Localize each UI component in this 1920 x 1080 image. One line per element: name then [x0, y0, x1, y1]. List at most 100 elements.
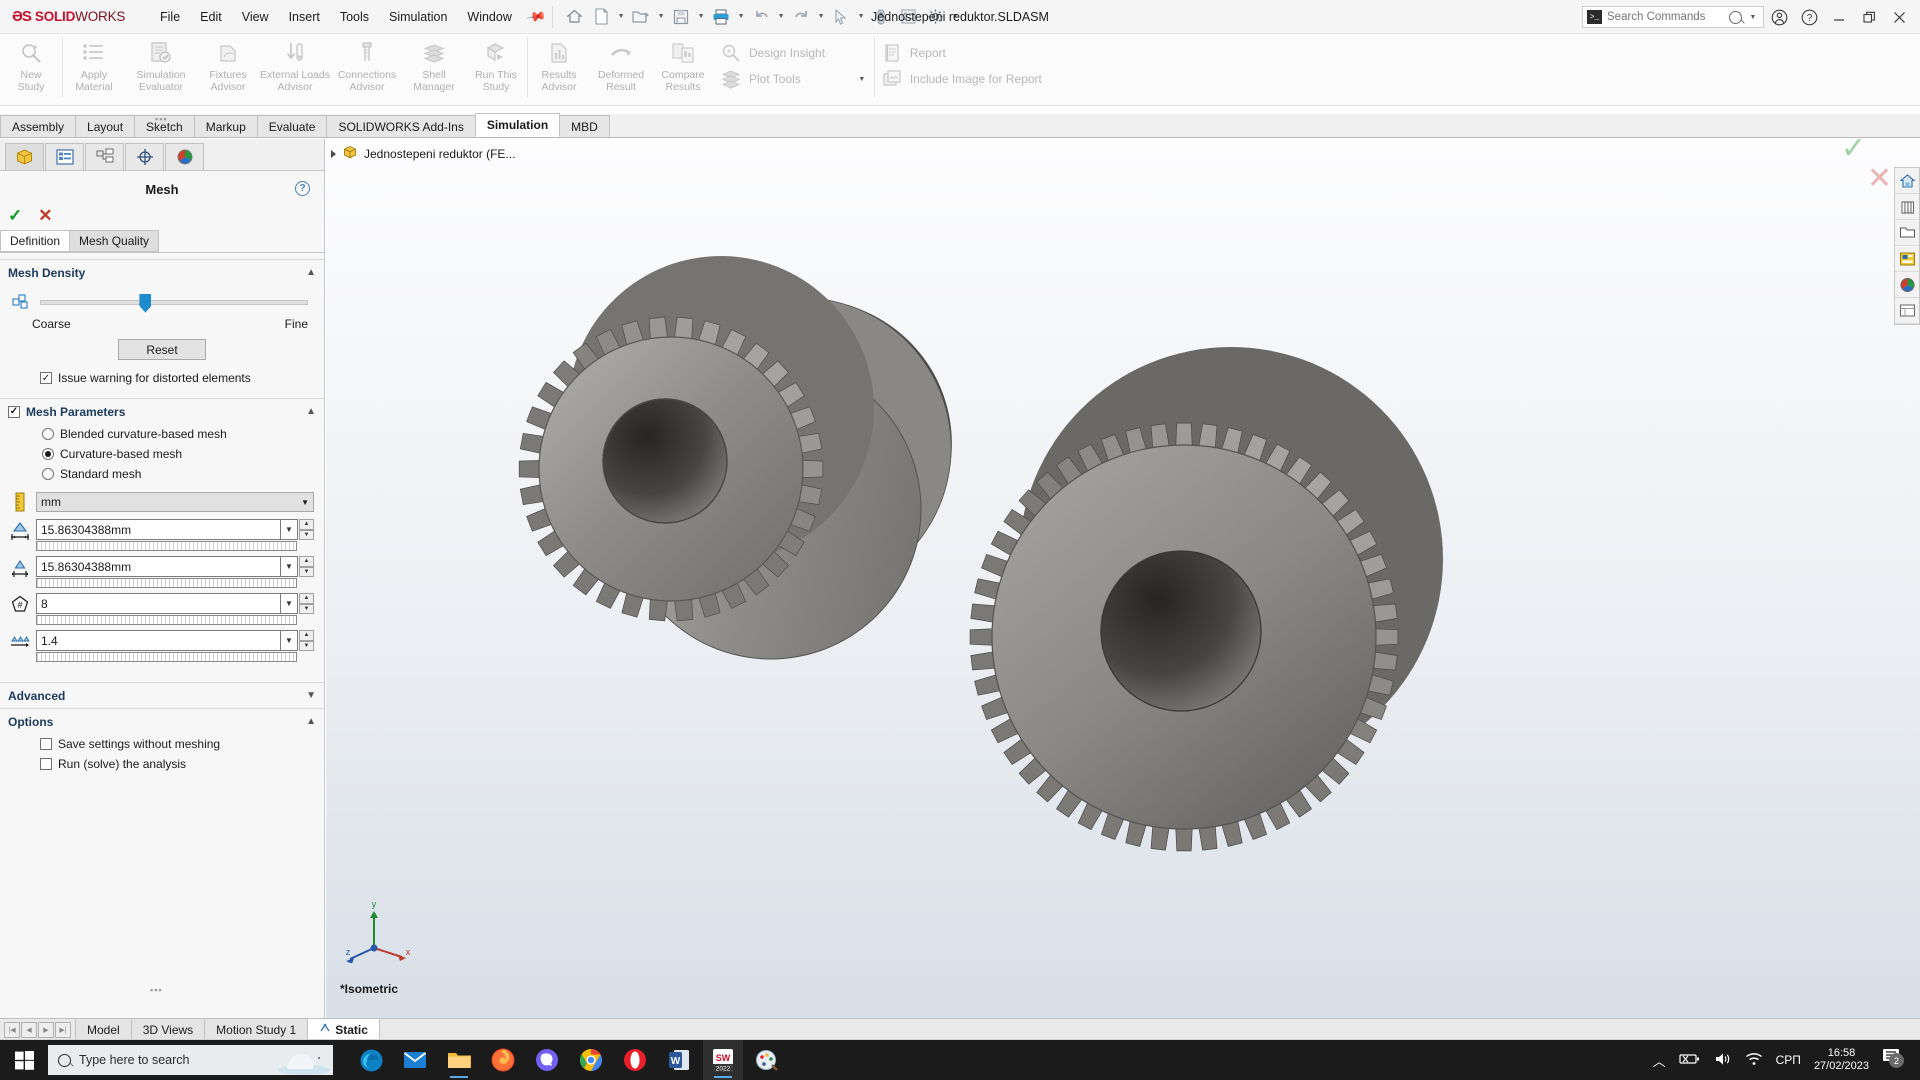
- help-icon[interactable]: ?: [1794, 2, 1824, 32]
- tab-evaluate[interactable]: Evaluate: [256, 115, 328, 137]
- tab-mbd[interactable]: MBD: [559, 115, 610, 137]
- new-document-icon[interactable]: [588, 5, 614, 29]
- ribbon-new-study[interactable]: New Study: [0, 34, 62, 104]
- opera-icon[interactable]: [615, 1040, 655, 1080]
- ribbon-external-loads-advisor[interactable]: External Loads Advisor: [259, 34, 331, 104]
- close-button[interactable]: [1884, 2, 1914, 32]
- chevron-up-icon[interactable]: ▲: [306, 716, 316, 727]
- viber-icon[interactable]: [527, 1040, 567, 1080]
- tab-layout[interactable]: Layout: [75, 115, 136, 137]
- ribbon-fixtures-advisor[interactable]: Fixtures Advisor: [197, 34, 259, 104]
- chevron-down-icon[interactable]: ▼: [280, 593, 298, 614]
- ribbon-report[interactable]: Report: [875, 40, 1048, 66]
- stepper-down[interactable]: ▼: [299, 566, 314, 577]
- taskbar-clock[interactable]: 16:58 27/02/2023: [1814, 1047, 1869, 1073]
- reset-button[interactable]: Reset: [118, 339, 206, 360]
- user-account-icon[interactable]: [1764, 2, 1794, 32]
- next-tab-button[interactable]: ▶: [38, 1021, 54, 1038]
- issue-warning-row[interactable]: ✓ Issue warning for distorted elements: [0, 368, 324, 388]
- issue-warning-checkbox[interactable]: ✓: [40, 372, 52, 384]
- section-advanced[interactable]: Advanced ▼: [0, 682, 324, 708]
- menu-edit[interactable]: Edit: [190, 6, 232, 28]
- redo-icon[interactable]: [788, 5, 814, 29]
- chevron-down-icon[interactable]: ▼: [815, 13, 827, 20]
- tab-simulation[interactable]: Simulation: [474, 113, 561, 137]
- save-settings-checkbox[interactable]: [40, 738, 52, 750]
- notifications-icon[interactable]: 2: [1882, 1048, 1908, 1072]
- battery-icon[interactable]: [1679, 1052, 1701, 1069]
- open-icon[interactable]: [628, 5, 654, 29]
- stepper-up[interactable]: ▲: [299, 593, 314, 604]
- restore-button[interactable]: [1854, 2, 1884, 32]
- radio-curvature-based[interactable]: Curvature-based mesh: [0, 444, 324, 464]
- stepper-down[interactable]: ▼: [299, 529, 314, 540]
- chevron-down-icon[interactable]: ▼: [856, 76, 868, 83]
- settings-gear-icon[interactable]: [922, 5, 948, 29]
- wifi-icon[interactable]: [1745, 1052, 1763, 1069]
- windows-start-icon[interactable]: [0, 1040, 48, 1080]
- max-element-size-stepper[interactable]: ▲ ▼: [299, 519, 314, 540]
- chevron-down-icon[interactable]: ▼: [695, 13, 707, 20]
- units-select[interactable]: mm ▼: [36, 492, 314, 512]
- display-manager-tab[interactable]: [165, 143, 204, 170]
- run-solve-checkbox[interactable]: [40, 758, 52, 770]
- section-mesh-density[interactable]: Mesh Density ▲: [0, 259, 324, 285]
- min-element-size-stepper[interactable]: ▲ ▼: [299, 556, 314, 577]
- circle-elements-stepper[interactable]: ▲ ▼: [299, 593, 314, 614]
- stepper-up[interactable]: ▲: [299, 556, 314, 567]
- tab-markup[interactable]: Markup: [193, 115, 258, 137]
- min-element-size-input[interactable]: 15.86304388mm: [36, 556, 280, 577]
- pin-icon[interactable]: 📌: [525, 5, 547, 27]
- graphics-viewport[interactable]: ▼ ▼ ▼ ▼ ▼: [326, 139, 1920, 1018]
- gear-assembly-model[interactable]: [326, 139, 1920, 1018]
- volume-icon[interactable]: [1714, 1052, 1732, 1069]
- dimxpert-manager-tab[interactable]: [125, 143, 164, 170]
- word-icon[interactable]: W: [659, 1040, 699, 1080]
- chevron-up-icon[interactable]: ▲: [306, 267, 316, 278]
- mesh-parameters-checkbox[interactable]: ✓: [8, 405, 20, 418]
- help-icon[interactable]: ?: [295, 181, 310, 196]
- first-tab-button[interactable]: |◀: [4, 1021, 20, 1038]
- prev-tab-button[interactable]: ◀: [21, 1021, 37, 1038]
- ribbon-connections-advisor[interactable]: Connections Advisor: [331, 34, 403, 104]
- mesh-density-slider[interactable]: [40, 293, 308, 313]
- options-list-icon[interactable]: [895, 5, 921, 29]
- slider-thumb[interactable]: [139, 293, 152, 313]
- bottom-tab-model[interactable]: Model: [75, 1019, 132, 1040]
- language-indicator[interactable]: СРП: [1776, 1053, 1801, 1067]
- subtab-definition[interactable]: Definition: [0, 230, 71, 252]
- print-icon[interactable]: [708, 5, 734, 29]
- last-tab-button[interactable]: ▶|: [55, 1021, 71, 1038]
- element-growth-ratio-stepper[interactable]: ▲ ▼: [299, 630, 314, 651]
- chevron-down-icon[interactable]: ▼: [280, 556, 298, 577]
- ribbon-include-image-for-report[interactable]: Include Image for Report: [875, 66, 1048, 92]
- ribbon-simulation-evaluator[interactable]: Simulation Evaluator: [125, 34, 197, 104]
- run-solve-row[interactable]: Run (solve) the analysis: [0, 754, 324, 774]
- search-commands-box[interactable]: >_ ▼: [1582, 6, 1764, 28]
- stepper-up[interactable]: ▲: [299, 630, 314, 641]
- subtab-mesh-quality[interactable]: Mesh Quality: [69, 230, 160, 252]
- undo-icon[interactable]: [748, 5, 774, 29]
- accept-button[interactable]: ✓: [8, 206, 22, 226]
- rebuild-icon[interactable]: [868, 5, 894, 29]
- ribbon-run-this-study[interactable]: Run This Study: [465, 34, 527, 104]
- search-input[interactable]: [1607, 11, 1724, 23]
- max-element-size-input[interactable]: 15.86304388mm: [36, 519, 280, 540]
- bottom-tab-motion-study-1[interactable]: Motion Study 1: [204, 1019, 309, 1040]
- chevron-up-icon[interactable]: ▲: [306, 406, 316, 417]
- edge-icon[interactable]: [351, 1040, 391, 1080]
- menu-window[interactable]: Window: [457, 6, 521, 28]
- search-icon[interactable]: [1729, 10, 1742, 24]
- menu-simulation[interactable]: Simulation: [379, 6, 457, 28]
- chevron-down-icon[interactable]: ▼: [280, 519, 298, 540]
- radio-standard-mesh[interactable]: Standard mesh: [0, 464, 324, 484]
- save-settings-row[interactable]: Save settings without meshing: [0, 734, 324, 754]
- circle-elements-ruler[interactable]: [36, 615, 297, 625]
- radio-blended-curvature[interactable]: Blended curvature-based mesh: [0, 424, 324, 444]
- stepper-down[interactable]: ▼: [299, 603, 314, 614]
- section-options[interactable]: Options ▲: [0, 708, 324, 734]
- save-icon[interactable]: [668, 5, 694, 29]
- tab-solidworks-add-ins[interactable]: SOLIDWORKS Add-Ins: [326, 115, 476, 137]
- taskbar-search-box[interactable]: Type here to search: [48, 1045, 333, 1075]
- show-hidden-icons[interactable]: ︿: [1653, 1051, 1666, 1070]
